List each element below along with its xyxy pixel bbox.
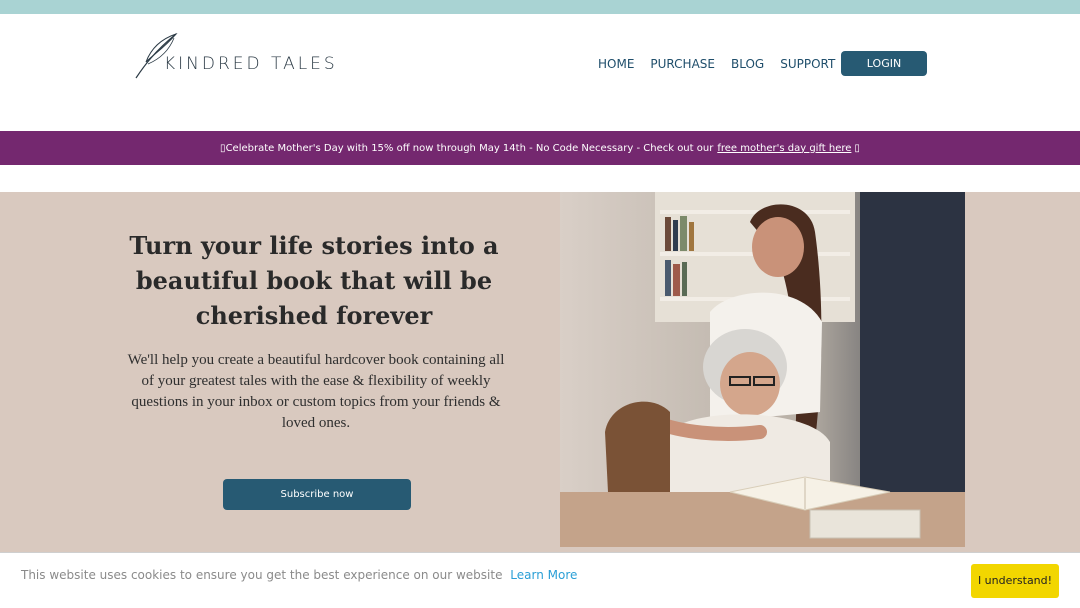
brand-logo[interactable]: KINDRED TALES <box>134 32 335 84</box>
cookie-learn-more-link[interactable]: Learn More <box>510 568 577 582</box>
cookie-accept-button[interactable]: I understand! <box>971 564 1059 598</box>
site-header: KINDRED TALES HOME PURCHASE BLOG SUPPORT… <box>0 14 1080 131</box>
grandmother-granddaughter-reading-photo <box>560 192 965 547</box>
subscribe-button[interactable]: Subscribe now <box>223 479 411 510</box>
login-button[interactable]: LOGIN <box>841 51 927 76</box>
nav-blog[interactable]: BLOG <box>731 56 764 72</box>
cookie-text: This website uses cookies to ensure you … <box>21 568 503 582</box>
promo-text: Celebrate Mother's Day with 15% off now … <box>225 142 714 154</box>
hero-title: Turn your life stories into a beautiful … <box>129 231 499 330</box>
promo-gift-link[interactable]: free mother's day gift here <box>717 143 851 154</box>
hero-description: We'll help you create a beautiful hardco… <box>127 352 505 431</box>
nav-home[interactable]: HOME <box>598 56 634 72</box>
main-nav: HOME PURCHASE BLOG SUPPORT <box>598 56 851 72</box>
gift-icon: ▯ <box>854 142 860 154</box>
brand-name: KINDRED TALES <box>164 54 338 74</box>
nav-purchase[interactable]: PURCHASE <box>650 56 715 72</box>
hero-section: Turn your life stories into a beautiful … <box>0 192 1080 552</box>
cookie-message: This website uses cookies to ensure you … <box>21 568 577 582</box>
hero-photo <box>560 192 965 547</box>
promo-banner: ▯ Celebrate Mother's Day with 15% off no… <box>0 131 1080 165</box>
top-accent-strip <box>0 0 1080 14</box>
cookie-banner: This website uses cookies to ensure you … <box>0 552 1080 608</box>
nav-support[interactable]: SUPPORT <box>780 56 835 72</box>
